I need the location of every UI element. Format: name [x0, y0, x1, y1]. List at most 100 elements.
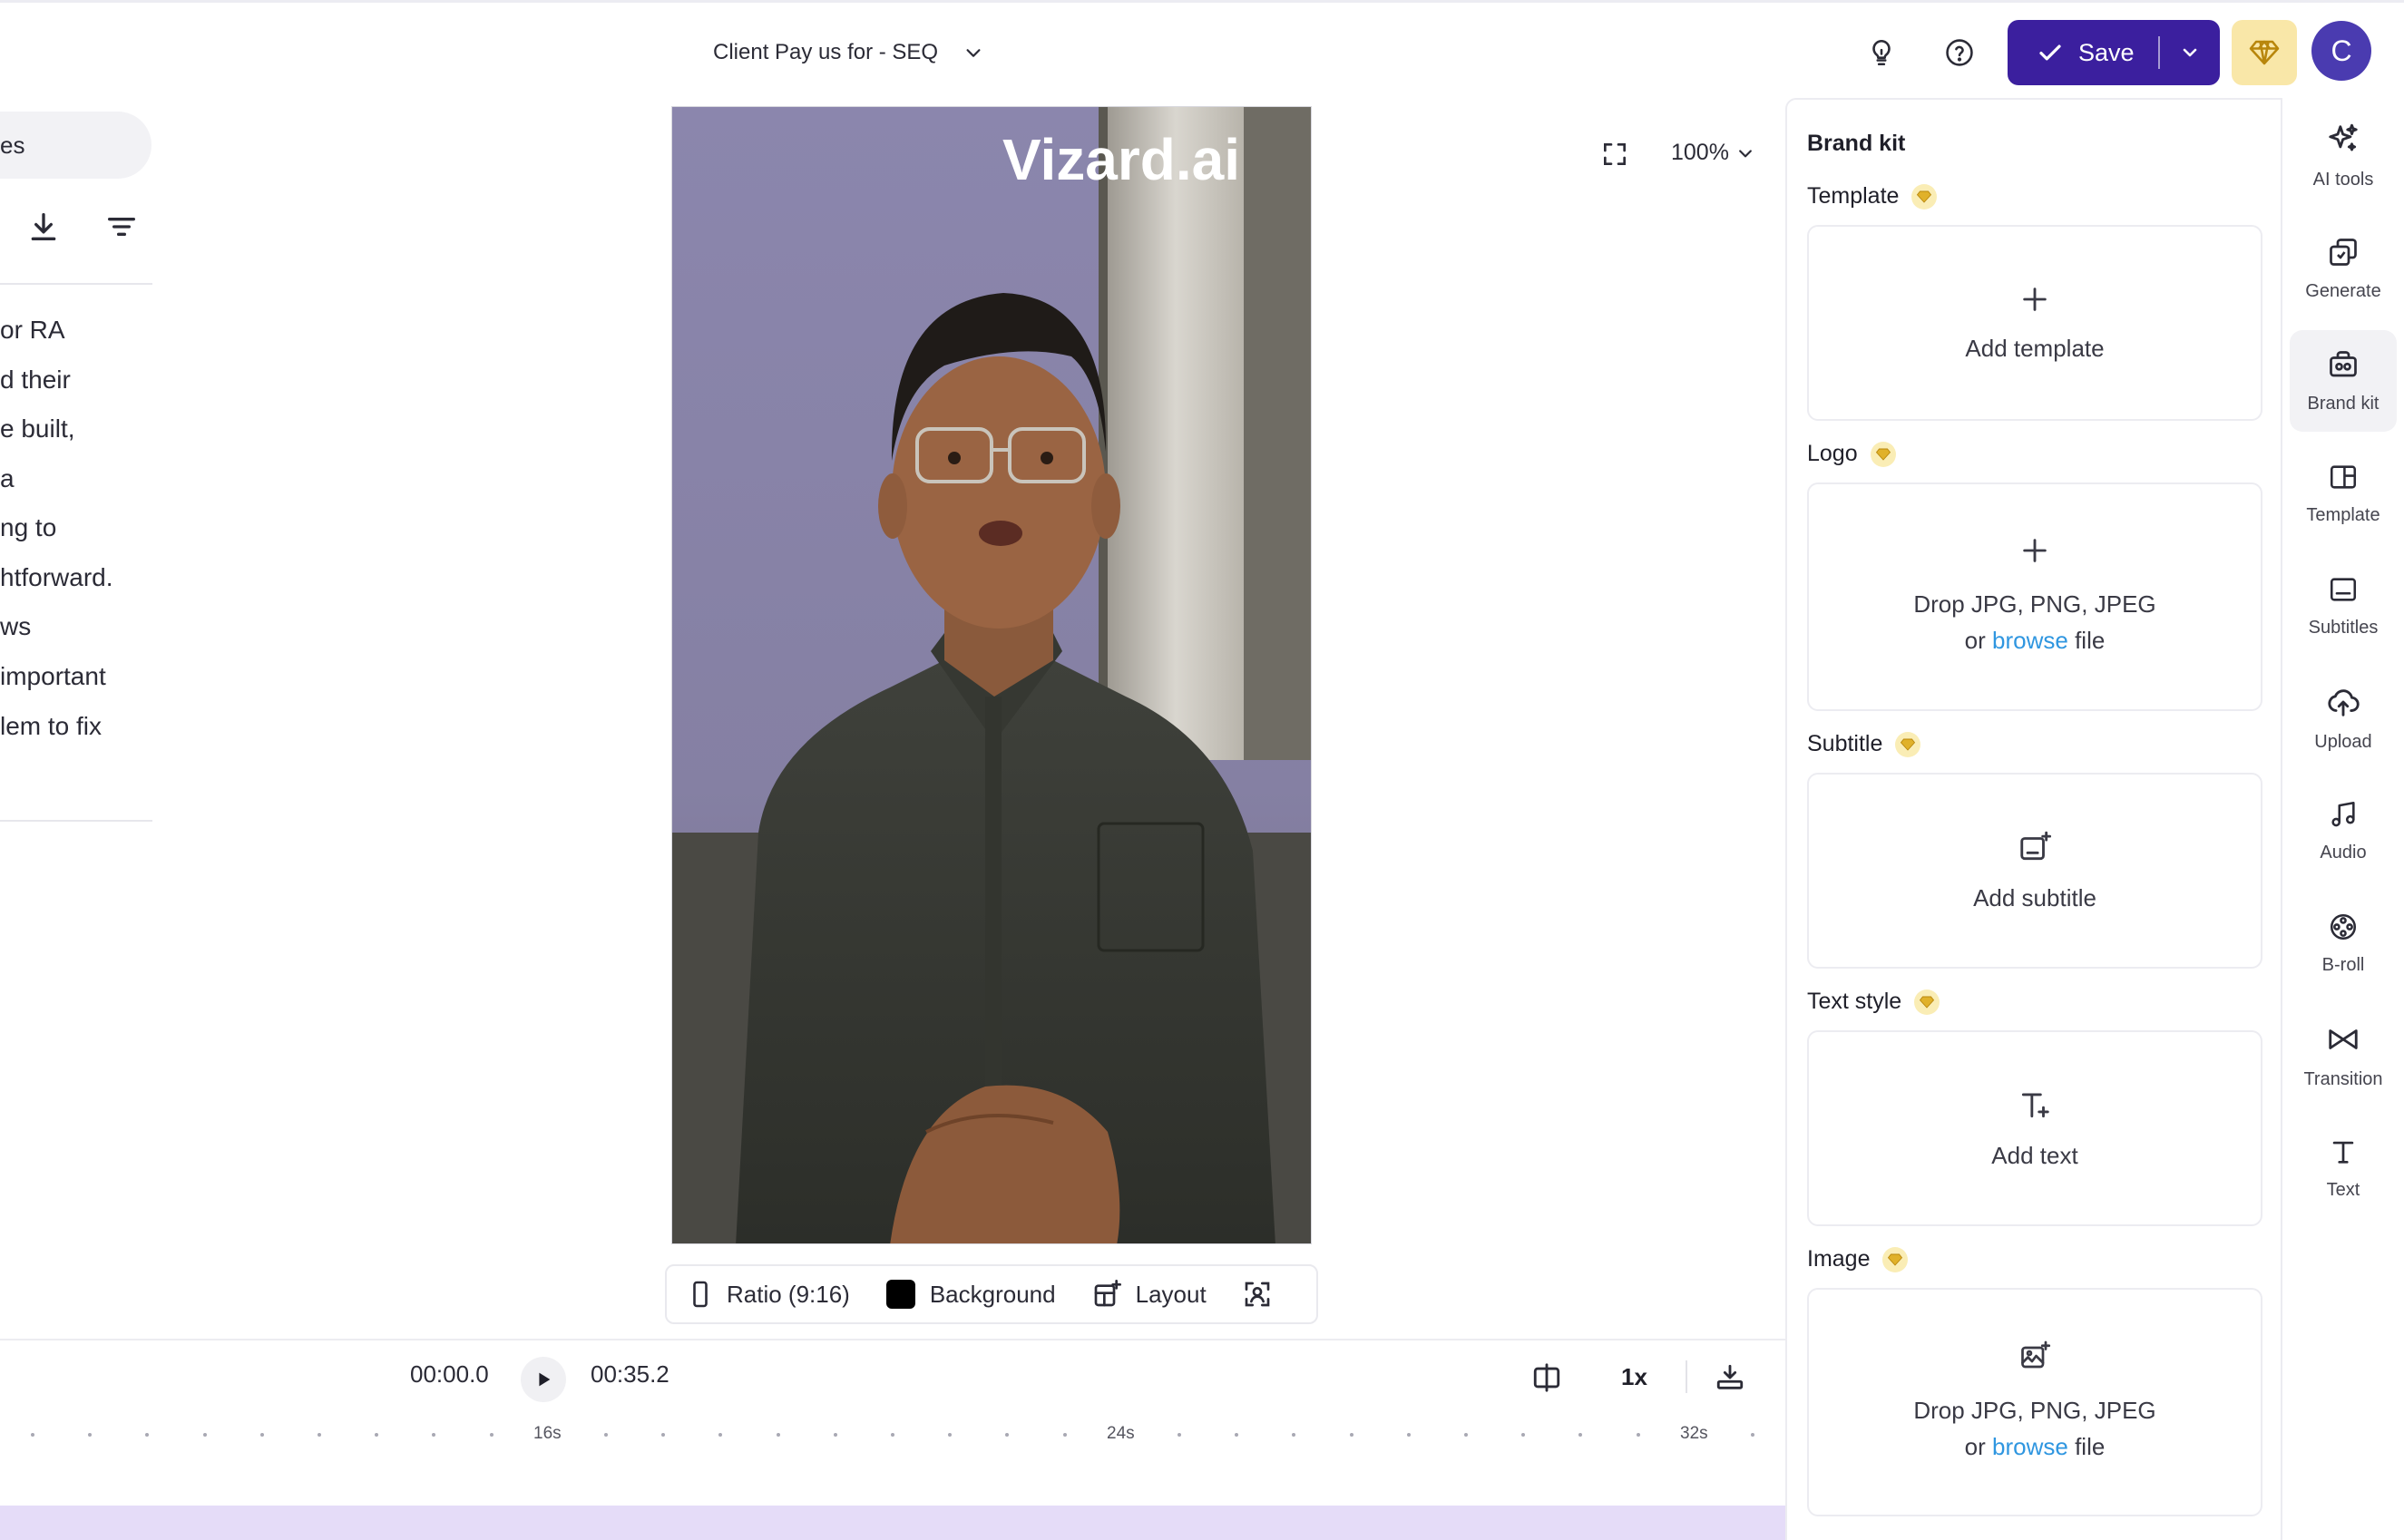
- rail-label: Generate: [2305, 280, 2381, 301]
- transcript-search[interactable]: es: [0, 112, 151, 179]
- generate-icon: [2327, 236, 2360, 268]
- section-label: Logo: [1807, 441, 1858, 466]
- timeline-tick: [432, 1433, 435, 1437]
- rail-label: AI tools: [2312, 169, 2374, 190]
- template-icon: [2328, 462, 2359, 492]
- download-button[interactable]: [25, 209, 62, 245]
- chevron-down-icon: [2179, 42, 2201, 63]
- drop-text: Drop JPG, PNG, JPEG: [1913, 590, 2156, 618]
- avatar[interactable]: C: [2311, 21, 2371, 81]
- phone-ratio-icon: [689, 1280, 712, 1309]
- transcript-line[interactable]: ws: [0, 612, 31, 641]
- plus-icon: [2019, 535, 2050, 566]
- timeline-tick: [88, 1433, 92, 1437]
- filter-icon: [103, 209, 140, 245]
- tick-label: 24s: [1107, 1424, 1135, 1443]
- transcript-line[interactable]: or RA: [0, 316, 65, 345]
- premium-button[interactable]: [2232, 20, 2297, 85]
- browse-link[interactable]: browse: [1992, 627, 2068, 654]
- transcript-line[interactable]: e built,: [0, 414, 75, 443]
- file-text: file: [2075, 1433, 2106, 1460]
- music-icon: [2328, 799, 2359, 830]
- project-title-dropdown[interactable]: Client Pay us for - SEQ: [713, 36, 983, 69]
- lightbulb-icon: [1866, 37, 1897, 68]
- rail-audio[interactable]: Audio: [2290, 780, 2397, 882]
- logo-dropzone[interactable]: Drop JPG, PNG, JPEG or browse file: [1807, 482, 2262, 711]
- file-text: file: [2075, 627, 2106, 654]
- rail-brand-kit[interactable]: Brand kit: [2290, 330, 2397, 432]
- transcript-line[interactable]: ng to: [0, 513, 56, 542]
- layout-button[interactable]: Layout: [1092, 1280, 1207, 1309]
- rail-label: B-roll: [2321, 954, 2365, 975]
- transcript-line[interactable]: important: [0, 662, 106, 691]
- rail-label: Upload: [2314, 731, 2372, 752]
- video-preview[interactable]: Vizard.ai: [671, 106, 1312, 1244]
- premium-badge-icon: [1882, 1246, 1909, 1272]
- ratio-button[interactable]: Ratio (9:16): [689, 1280, 850, 1309]
- transcript-line[interactable]: d their: [0, 366, 71, 395]
- timeline-track[interactable]: [0, 1506, 1785, 1540]
- zoom-dropdown[interactable]: 100%: [1671, 140, 1754, 166]
- timeline-tick: [777, 1433, 780, 1437]
- add-text-label: Add text: [1991, 1141, 2078, 1169]
- rail-subtitles[interactable]: Subtitles: [2290, 555, 2397, 657]
- timeline-tick: [1464, 1433, 1468, 1437]
- help-button[interactable]: [1936, 29, 1983, 76]
- filter-button[interactable]: [103, 209, 140, 245]
- speed-button[interactable]: 1x: [1621, 1363, 1647, 1391]
- divider: [0, 820, 152, 822]
- text-add-icon: [2018, 1087, 2052, 1122]
- collapse-timeline-button[interactable]: [1715, 1362, 1745, 1393]
- zoom-label: 100%: [1671, 140, 1729, 165]
- rail-generate[interactable]: Generate: [2290, 218, 2397, 319]
- check-icon: [2037, 39, 2064, 66]
- fullscreen-icon: [1600, 140, 1629, 169]
- image-section-label: Image: [1807, 1246, 1909, 1272]
- play-button[interactable]: [521, 1357, 566, 1402]
- add-text-card[interactable]: Add text: [1807, 1030, 2262, 1226]
- transcript-line[interactable]: lem to fix: [0, 712, 102, 741]
- watermark: Vizard.ai: [1002, 127, 1240, 192]
- timeline-tick: [604, 1433, 608, 1437]
- background-button[interactable]: Background: [885, 1280, 1056, 1309]
- rail-template[interactable]: Template: [2290, 443, 2397, 544]
- split-button[interactable]: [1531, 1362, 1562, 1393]
- transcript-line[interactable]: a: [0, 464, 15, 493]
- rail-label: Subtitles: [2308, 617, 2379, 638]
- add-subtitle-card[interactable]: Add subtitle: [1807, 773, 2262, 969]
- subtitle-section-label: Subtitle: [1807, 731, 1921, 757]
- rail-label: Text: [2326, 1179, 2360, 1200]
- section-label: Subtitle: [1807, 731, 1883, 756]
- tick-label: 16s: [533, 1424, 562, 1443]
- tick-label: 32s: [1680, 1424, 1708, 1443]
- tips-button[interactable]: [1858, 29, 1905, 76]
- divider: [1686, 1360, 1687, 1393]
- rail-transition[interactable]: Transition: [2290, 1005, 2397, 1106]
- timeline-tick: [1407, 1433, 1411, 1437]
- browse-line: or browse file: [1913, 1428, 2155, 1465]
- face-track-button[interactable]: [1243, 1280, 1272, 1309]
- rail-b-roll[interactable]: B-roll: [2290, 892, 2397, 994]
- timeline-tick: [1063, 1433, 1067, 1437]
- browse-line: or browse file: [1913, 622, 2155, 658]
- dropzone-text: Drop JPG, PNG, JPEG or browse file: [1913, 1392, 2155, 1465]
- background-label: Background: [929, 1280, 1056, 1308]
- save-button[interactable]: Save: [2008, 20, 2158, 85]
- timeline-tick: [891, 1433, 894, 1437]
- rail-upload[interactable]: Upload: [2290, 668, 2397, 769]
- fullscreen-button[interactable]: [1600, 140, 1629, 169]
- transcript-line[interactable]: htforward.: [0, 563, 113, 592]
- save-options-button[interactable]: [2160, 20, 2220, 85]
- transition-icon: [2326, 1022, 2360, 1057]
- subtitles-icon: [2328, 574, 2359, 605]
- top-border: [0, 0, 2404, 3]
- rail-text[interactable]: Text: [2290, 1117, 2397, 1219]
- add-template-card[interactable]: Add template: [1807, 225, 2262, 421]
- image-dropzone[interactable]: Drop JPG, PNG, JPEG or browse file: [1807, 1288, 2262, 1516]
- rail-ai-tools[interactable]: AI tools: [2290, 105, 2397, 207]
- timeline-tick: [145, 1433, 149, 1437]
- premium-badge-icon: [1895, 731, 1921, 757]
- browse-link[interactable]: browse: [1992, 1433, 2068, 1460]
- timeline-tick: [948, 1433, 952, 1437]
- collapse-icon: [1715, 1362, 1745, 1393]
